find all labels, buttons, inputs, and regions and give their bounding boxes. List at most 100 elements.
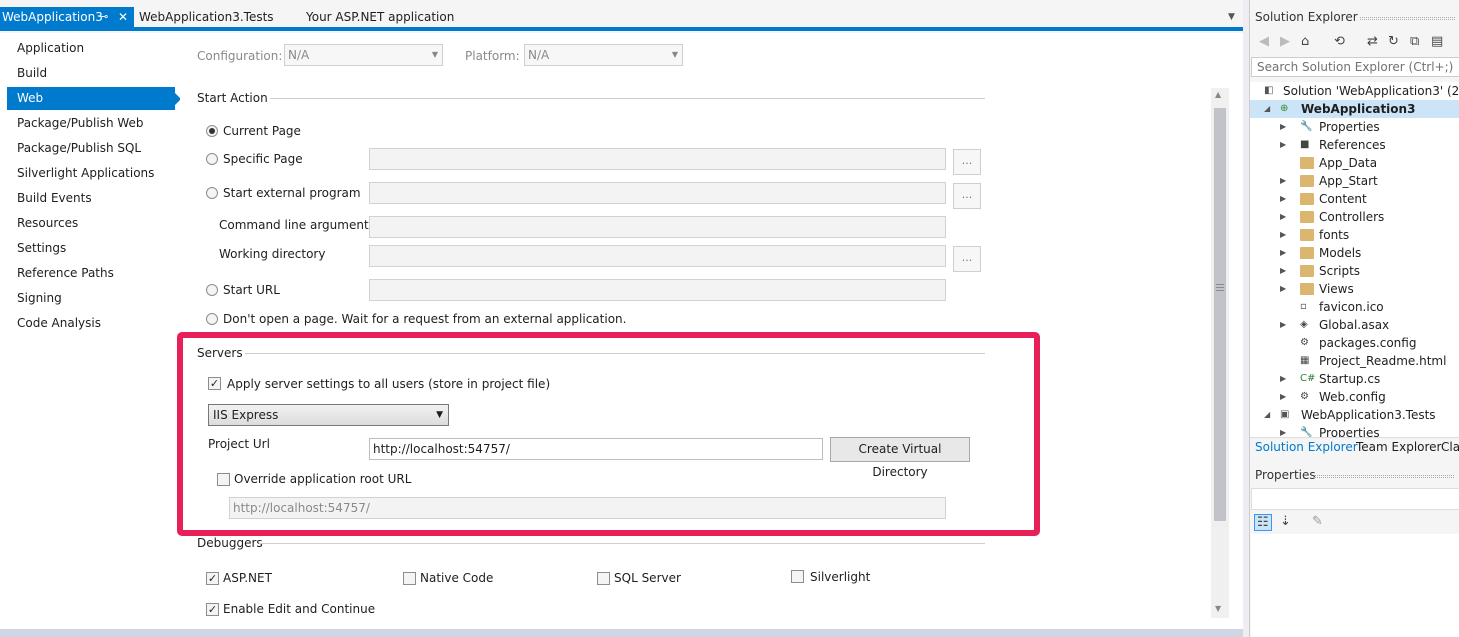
nav-item-package-publish-web[interactable]: Package/Publish Web (7, 112, 175, 135)
working-directory-input[interactable] (369, 245, 946, 267)
start-external-program-radio[interactable] (206, 187, 218, 199)
server-select[interactable]: IIS Express ▼ (208, 404, 449, 426)
tree-node-tests-properties[interactable]: ▶ 🔧 Properties (1250, 424, 1459, 437)
nav-item-reference-paths[interactable]: Reference Paths (7, 262, 175, 285)
nav-item-code-analysis[interactable]: Code Analysis (7, 312, 175, 335)
expand-icon[interactable]: ▶ (1280, 244, 1286, 262)
aspnet-debugger-checkbox[interactable]: ✓ (206, 572, 219, 585)
properties-object-select[interactable] (1251, 488, 1459, 510)
tree-node-solution[interactable]: ◧ Solution 'WebApplication3' (2 pro (1250, 82, 1459, 100)
collapse-all-icon[interactable]: ⧉ (1410, 34, 1419, 49)
silverlight-debugger-checkbox[interactable] (791, 570, 804, 583)
specific-page-input[interactable] (369, 148, 946, 170)
tree-node-fonts[interactable]: ▶ fonts (1250, 226, 1459, 244)
tree-node-web-config[interactable]: ▶ ⚙ Web.config (1250, 388, 1459, 406)
collapse-icon[interactable]: ◢ (1264, 100, 1270, 118)
pin-icon[interactable]: ⊸ (99, 7, 108, 27)
home-icon[interactable]: ⌂ (1301, 34, 1309, 49)
scrollbar-thumb[interactable] (1214, 108, 1226, 521)
nav-item-package-publish-sql[interactable]: Package/Publish SQL (7, 137, 175, 160)
refresh-icon[interactable]: ↻ (1388, 34, 1399, 49)
tree-node-packages-config[interactable]: ⚙ packages.config (1250, 334, 1459, 352)
expand-icon[interactable]: ▶ (1280, 388, 1286, 406)
nav-item-web[interactable]: Web (7, 87, 181, 110)
forward-icon[interactable]: ▶ (1280, 34, 1290, 49)
native-code-debugger-checkbox[interactable] (403, 572, 416, 585)
tree-node-app-start[interactable]: ▶ App_Start (1250, 172, 1459, 190)
folder-icon (1300, 265, 1314, 277)
tree-node-models[interactable]: ▶ Models (1250, 244, 1459, 262)
tree-node-references[interactable]: ▶ ■ References (1250, 136, 1459, 154)
sql-server-debugger-checkbox[interactable] (597, 572, 610, 585)
nav-item-silverlight-applications[interactable]: Silverlight Applications (7, 162, 175, 185)
alphabetical-icon[interactable]: ⇣ (1280, 514, 1291, 529)
working-directory-browse-button[interactable]: ... (953, 246, 981, 272)
start-url-radio[interactable] (206, 284, 218, 296)
expand-icon[interactable]: ▶ (1280, 172, 1286, 190)
tree-node-webapplication3-tests[interactable]: ◢ ▣ WebApplication3.Tests (1250, 406, 1459, 424)
tab-solution-explorer[interactable]: Solution Explorer (1255, 440, 1358, 454)
tree-node-app-data[interactable]: App_Data (1250, 154, 1459, 172)
tab-webapplication3-tests[interactable]: WebApplication3.Tests (139, 7, 274, 27)
edit-and-continue-checkbox[interactable]: ✓ (206, 603, 219, 616)
tree-node-webapplication3[interactable]: ◢ ⊕ WebApplication3 (1250, 100, 1459, 118)
tree-node-scripts[interactable]: ▶ Scripts (1250, 262, 1459, 280)
expand-icon[interactable]: ▶ (1280, 424, 1286, 437)
vertical-scrollbar[interactable]: ▲ ▼ (1211, 88, 1229, 618)
close-icon[interactable]: ✕ (118, 7, 128, 27)
nav-item-build-events[interactable]: Build Events (7, 187, 175, 210)
tree-node-content[interactable]: ▶ Content (1250, 190, 1459, 208)
nav-item-settings[interactable]: Settings (7, 237, 175, 260)
sync-icon[interactable]: ⇄ (1367, 34, 1378, 49)
history-icon[interactable]: ⟲ (1334, 34, 1345, 49)
expand-icon[interactable]: ▶ (1280, 316, 1286, 334)
back-icon[interactable]: ◀ (1259, 34, 1269, 49)
tab-clas[interactable]: Clas (1441, 440, 1459, 454)
nav-item-signing[interactable]: Signing (7, 287, 175, 310)
show-files-icon[interactable]: ▤ (1431, 34, 1443, 49)
platform-select[interactable]: N/A ▼ (524, 44, 683, 66)
tree-node-favicon-ico[interactable]: ▫ favicon.ico (1250, 298, 1459, 316)
tree-node-project-readme-html[interactable]: ▦ Project_Readme.html (1250, 352, 1459, 370)
expand-icon[interactable]: ▶ (1280, 136, 1286, 154)
expand-icon[interactable]: ▶ (1280, 370, 1286, 388)
project-url-input[interactable]: http://localhost:54757/ (369, 438, 823, 460)
specific-page-browse-button[interactable]: ... (953, 149, 981, 175)
tab-your-aspnet-application[interactable]: Your ASP.NET application (306, 7, 454, 27)
tab-overflow-dropdown-icon[interactable]: ▼ (1228, 7, 1235, 27)
property-pages-icon[interactable]: ✎ (1312, 514, 1323, 529)
nav-item-application[interactable]: Application (7, 37, 175, 60)
expand-icon[interactable]: ▶ (1280, 208, 1286, 226)
expand-icon[interactable]: ▶ (1280, 118, 1286, 136)
tree-node-startup-cs[interactable]: ▶ C# Startup.cs (1250, 370, 1459, 388)
nav-item-resources[interactable]: Resources (7, 212, 175, 235)
tab-webapplication3[interactable]: WebApplication3 ⊸ ✕ (0, 7, 134, 27)
scroll-down-icon[interactable]: ▼ (1215, 604, 1221, 613)
start-url-input[interactable] (369, 279, 946, 301)
expand-icon[interactable]: ▶ (1280, 262, 1286, 280)
configuration-select[interactable]: N/A ▼ (284, 44, 443, 66)
categorized-icon[interactable]: ☷ (1254, 514, 1272, 531)
tree-node-global-asax[interactable]: ▶ ◈ Global.asax (1250, 316, 1459, 334)
create-virtual-directory-button[interactable]: Create Virtual Directory (830, 437, 970, 479)
tree-node-controllers[interactable]: ▶ Controllers (1250, 208, 1459, 226)
tab-team-explorer[interactable]: Team Explorer (1356, 440, 1442, 454)
collapse-icon[interactable]: ◢ (1264, 406, 1270, 424)
nav-item-build[interactable]: Build (7, 62, 175, 85)
solution-explorer-search-input[interactable]: Search Solution Explorer (Ctrl+;) (1251, 57, 1459, 77)
dont-open-page-radio[interactable] (206, 313, 218, 325)
expand-icon[interactable]: ▶ (1280, 226, 1286, 244)
tree-node-views[interactable]: ▶ Views (1250, 280, 1459, 298)
override-root-url-input[interactable]: http://localhost:54757/ (229, 497, 946, 519)
current-page-radio[interactable] (206, 125, 218, 137)
command-line-arguments-input[interactable] (369, 216, 946, 238)
external-program-input[interactable] (369, 182, 946, 204)
expand-icon[interactable]: ▶ (1280, 190, 1286, 208)
scroll-up-icon[interactable]: ▲ (1215, 90, 1221, 99)
external-program-browse-button[interactable]: ... (953, 183, 981, 209)
override-root-url-checkbox[interactable] (217, 473, 230, 486)
expand-icon[interactable]: ▶ (1280, 280, 1286, 298)
tree-node-properties[interactable]: ▶ 🔧 Properties (1250, 118, 1459, 136)
specific-page-radio[interactable] (206, 153, 218, 165)
apply-server-settings-checkbox[interactable]: ✓ (208, 377, 221, 390)
